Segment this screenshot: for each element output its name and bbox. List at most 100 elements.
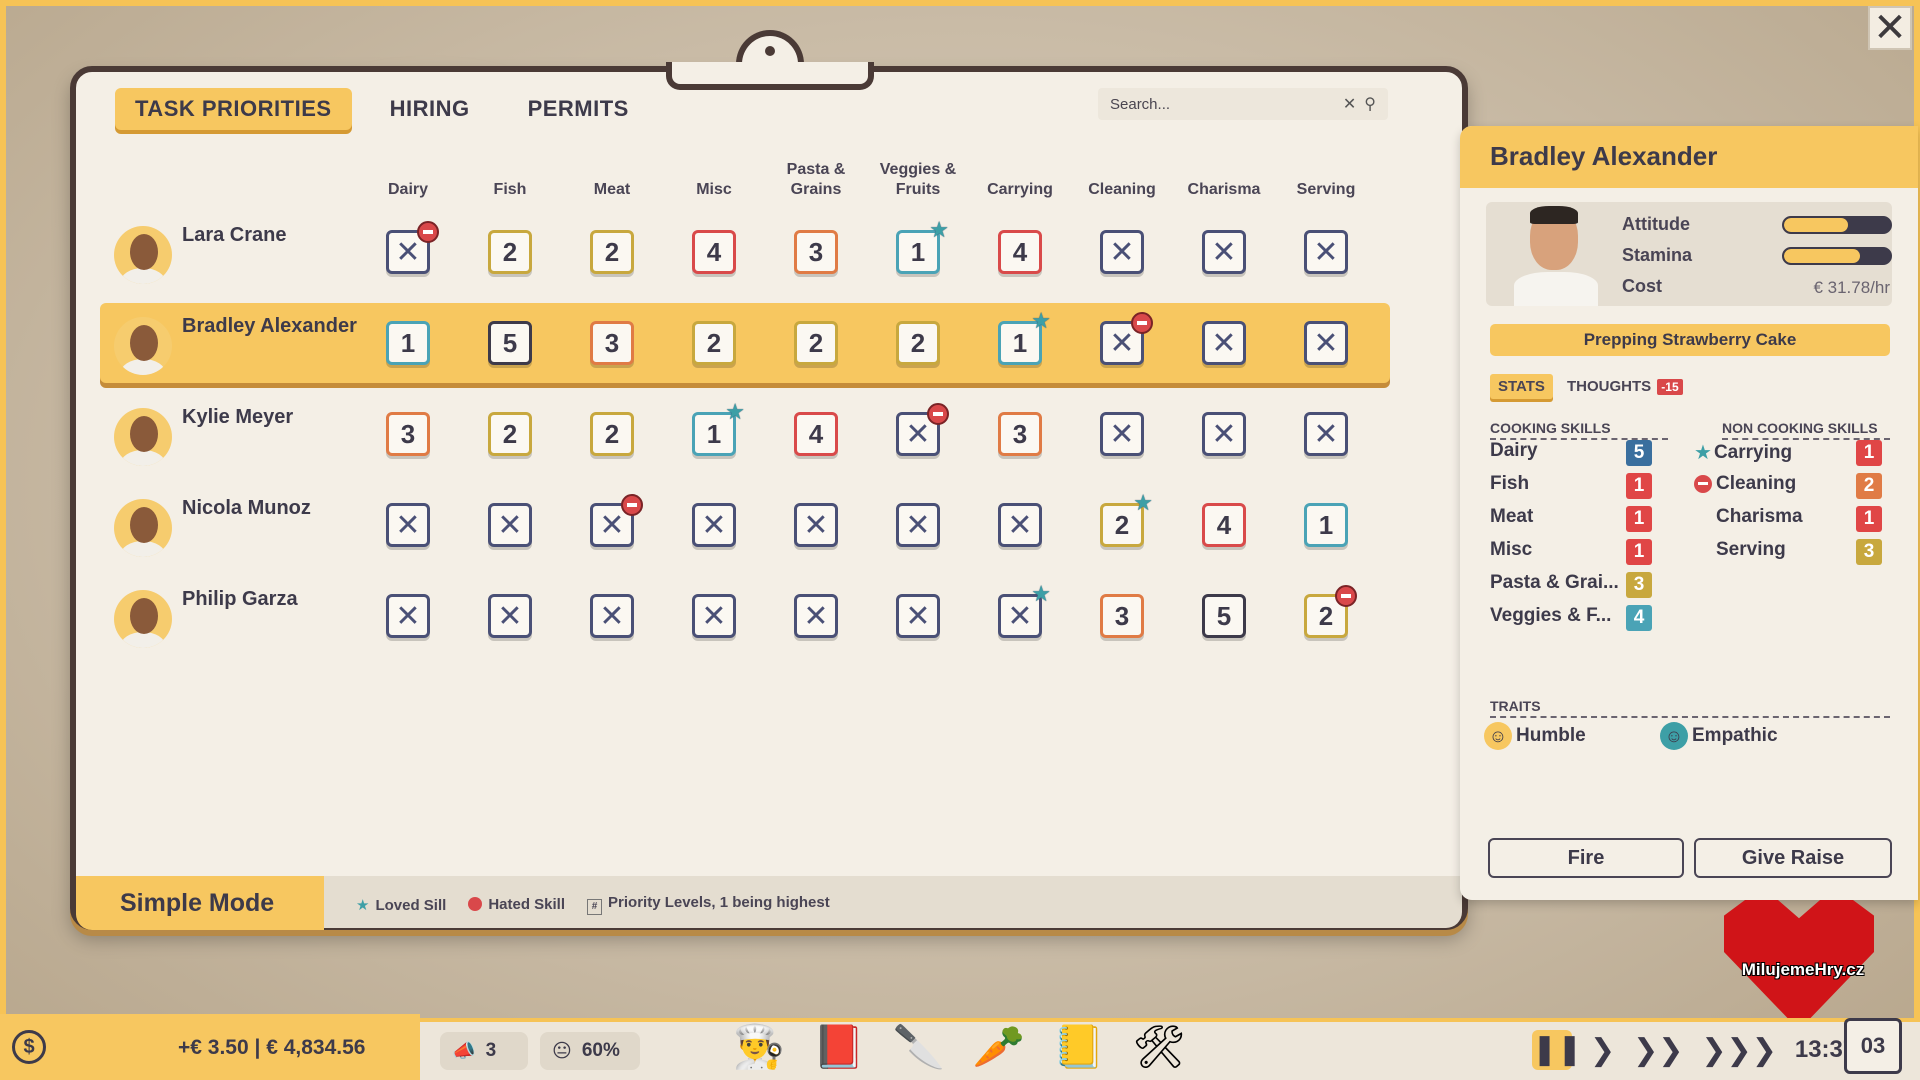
priority-cell[interactable]: 4 (1202, 503, 1246, 547)
priority-cell[interactable]: 4 (794, 412, 838, 456)
priority-cell[interactable]: 2 (488, 412, 532, 456)
priority-cell[interactable]: ✕ (1304, 321, 1348, 365)
priority-cell[interactable]: 2 ★ (1100, 492, 1153, 547)
priority-cell[interactable]: ✕ (1202, 412, 1246, 456)
tab-stats[interactable]: STATS (1490, 374, 1553, 399)
priority-cell[interactable]: ✕ (590, 494, 643, 547)
priority-cell[interactable]: ✕ (386, 503, 430, 547)
fastest-forward-icon[interactable]: ❯❯❯ (1701, 1033, 1776, 1068)
employee-row[interactable]: Lara Crane ✕ 2 2 4 3 1 ★ 4 ✕ ✕ ✕ (100, 212, 1390, 292)
loved-star-icon: ★ (1133, 490, 1153, 515)
cooking-skill-level: 3 (1626, 572, 1652, 598)
marketing-counter[interactable]: 📣 3 (440, 1032, 528, 1070)
priority-cell[interactable]: ✕ (794, 594, 838, 638)
priority-cell[interactable]: 3 (590, 321, 634, 365)
priority-cell[interactable]: 4 (692, 230, 736, 274)
priority-cell[interactable]: 2 (794, 321, 838, 365)
priority-cell[interactable]: 2 (590, 230, 634, 274)
priority-cell[interactable]: 5 (488, 321, 532, 365)
priority-cell[interactable]: 2 (488, 230, 532, 274)
tab-thoughts[interactable]: THOUGHTS -15 (1567, 378, 1683, 395)
ingredients-crate-icon[interactable]: 🥕 (970, 982, 1028, 1072)
priority-cell[interactable]: 2 (1304, 585, 1357, 638)
main-dock: 👨‍🍳 📕 🔪 🥕 📒 🛠 (730, 982, 1188, 1072)
priority-cell[interactable]: 1 ★ (692, 401, 745, 456)
priority-cell[interactable]: ✕ (794, 503, 838, 547)
priority-cell[interactable]: ✕ (488, 503, 532, 547)
priority-cell[interactable]: ✕ (998, 503, 1042, 547)
priority-cell[interactable]: ✕ (1304, 230, 1348, 274)
fast-forward-icon[interactable]: ❯❯ (1633, 1033, 1683, 1068)
priority-cell[interactable]: ✕ (692, 503, 736, 547)
priority-cell[interactable]: ✕ (488, 594, 532, 638)
trait[interactable]: ☺ Empathic (1660, 722, 1778, 750)
priority-cell[interactable]: 4 (998, 230, 1042, 274)
column-header: Pasta & Grains (786, 161, 846, 198)
priority-cell[interactable]: ✕ (1304, 412, 1348, 456)
trait[interactable]: ☺ Humble (1484, 722, 1586, 750)
satisfaction-meter[interactable]: 😐 60% (540, 1032, 640, 1070)
priority-cell[interactable]: 2 (896, 321, 940, 365)
priority-cell[interactable]: 5 (1202, 594, 1246, 638)
employee-avatar (114, 226, 172, 284)
recipes-icon[interactable]: 🔪 (890, 982, 948, 1072)
employee-row[interactable]: Nicola Munoz ✕ ✕ ✕ ✕ ✕ ✕ ✕ 2 ★ 4 1 (100, 485, 1390, 565)
priority-cell[interactable]: ✕ ★ (998, 583, 1051, 638)
fire-button[interactable]: Fire (1488, 838, 1684, 878)
employee-row[interactable]: Kylie Meyer 3 2 2 1 ★ 4 ✕ 3 ✕ ✕ ✕ (100, 394, 1390, 474)
employee-row[interactable]: Bradley Alexander 1 5 3 2 2 2 1 ★ ✕ ✕ ✕ (100, 303, 1390, 383)
disabled-x-icon: ✕ (905, 508, 931, 542)
employee-row[interactable]: Philip Garza ✕ ✕ ✕ ✕ ✕ ✕ ✕ ★ 3 5 2 (100, 576, 1390, 656)
tab-thoughts-label: THOUGHTS (1566, 378, 1652, 395)
tab-permits[interactable]: PERMITS (508, 88, 649, 130)
stamina-bar (1782, 247, 1892, 265)
currency-icon: $ (12, 1030, 46, 1064)
priority-cell[interactable]: 1 (1304, 503, 1348, 547)
priority-cell[interactable]: 2 (692, 321, 736, 365)
priority-cell[interactable]: ✕ (896, 594, 940, 638)
priority-cell[interactable]: ✕ (1100, 230, 1144, 274)
search-input[interactable]: Search... ✕ ⚲ (1098, 88, 1388, 120)
notebook-icon[interactable]: 📒 (1050, 982, 1108, 1072)
cost-label: Cost (1622, 276, 1662, 296)
disabled-x-icon: ✕ (803, 508, 829, 542)
priority-cell[interactable]: ✕ (1100, 312, 1153, 365)
priority-cell[interactable]: 1 ★ (998, 310, 1051, 365)
priority-cell[interactable]: ✕ (692, 594, 736, 638)
legend-priority-label: Priority Levels, 1 being highest (608, 894, 830, 911)
priority-cell[interactable]: ✕ (590, 594, 634, 638)
build-mode-icon[interactable]: 🛠 (1130, 982, 1188, 1072)
play-icon[interactable]: ❯ (1590, 1033, 1615, 1068)
close-icon[interactable]: ✕ (1868, 6, 1912, 50)
priority-value: 4 (1012, 236, 1028, 267)
trait-name: Humble (1516, 725, 1586, 746)
non-cooking-skill-level: 1 (1856, 506, 1882, 532)
calendar-icon[interactable]: 03 (1844, 1018, 1902, 1074)
priority-cell[interactable]: 1 ★ (896, 219, 949, 274)
menu-book-icon[interactable]: 📕 (810, 982, 868, 1072)
tab-hiring[interactable]: HIRING (370, 88, 490, 130)
priority-cell[interactable]: ✕ (1202, 321, 1246, 365)
priority-cell[interactable]: ✕ (1100, 412, 1144, 456)
priority-cell[interactable]: ✕ (386, 594, 430, 638)
staff-chef-icon[interactable]: 👨‍🍳 (730, 982, 788, 1072)
non-cooking-skill: Serving (1694, 539, 1786, 561)
tab-task-priorities[interactable]: TASK PRIORITIES (115, 88, 352, 130)
priority-cell[interactable]: ✕ (386, 221, 439, 274)
priority-value: 2 (706, 327, 722, 358)
search-icon[interactable]: ⚲ (1364, 94, 1376, 114)
priority-cell[interactable]: 3 (794, 230, 838, 274)
pause-icon[interactable]: ❚❚ (1532, 1030, 1582, 1070)
priority-cell[interactable]: 3 (386, 412, 430, 456)
priority-cell[interactable]: 3 (1100, 594, 1144, 638)
priority-cell[interactable]: 1 (386, 321, 430, 365)
priority-cell[interactable]: ✕ (896, 503, 940, 547)
priority-value: 2 (502, 236, 518, 267)
simple-mode-button[interactable]: Simple Mode (76, 876, 324, 930)
priority-cell[interactable]: ✕ (1202, 230, 1246, 274)
clear-icon[interactable]: ✕ (1343, 94, 1356, 114)
priority-cell[interactable]: 2 (590, 412, 634, 456)
priority-cell[interactable]: ✕ (896, 403, 949, 456)
give-raise-button[interactable]: Give Raise (1694, 838, 1892, 878)
priority-cell[interactable]: 3 (998, 412, 1042, 456)
